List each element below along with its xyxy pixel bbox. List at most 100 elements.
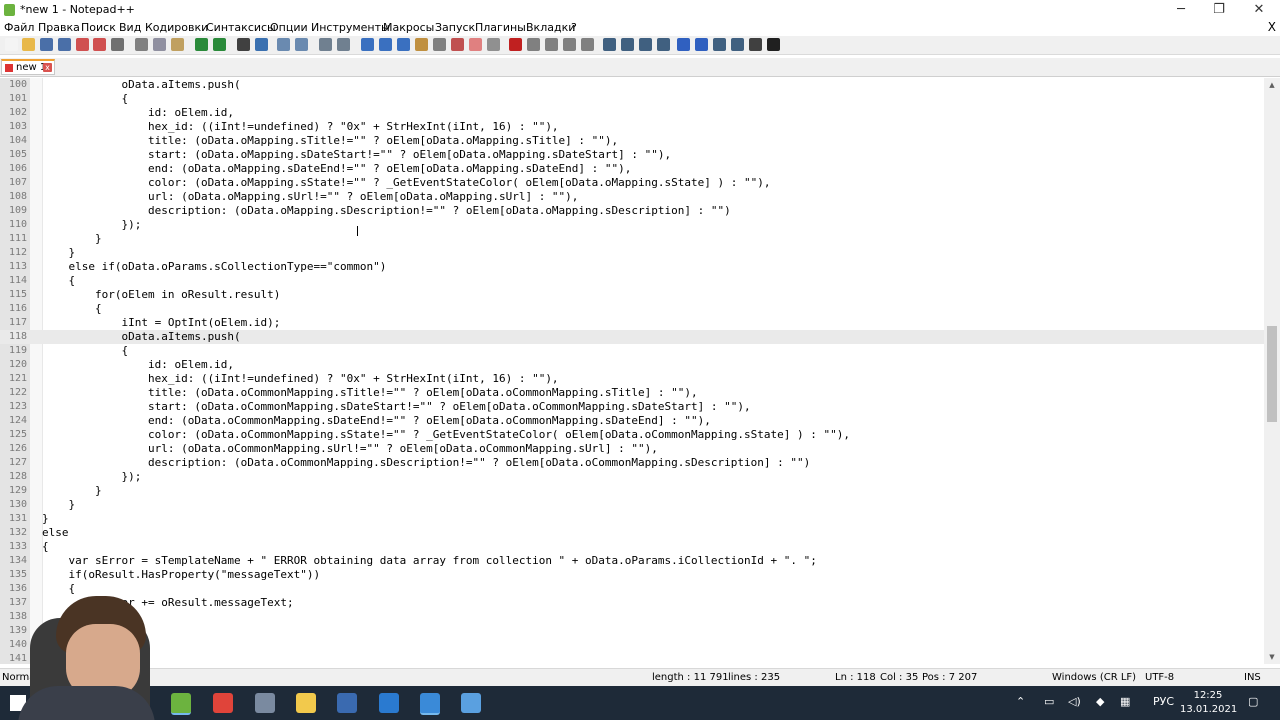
plugin-icon-1[interactable]: [603, 38, 616, 51]
maximize-button[interactable]: ❐: [1200, 0, 1238, 20]
menu-edit[interactable]: Правка: [38, 21, 80, 34]
zoom-out-icon[interactable]: [295, 38, 308, 51]
vertical-scrollbar[interactable]: ▲ ▼: [1264, 78, 1280, 664]
code-text[interactable]: {: [42, 540, 49, 554]
code-text[interactable]: hex_id: ((iInt!=undefined) ? "0x" + StrH…: [42, 120, 559, 134]
code-line[interactable]: 108 url: (oData.oMapping.sUrl!="" ? oEle…: [0, 190, 1264, 204]
sync-horizontal-icon[interactable]: [337, 38, 350, 51]
code-line[interactable]: 136 {: [0, 582, 1264, 596]
code-line[interactable]: 104 title: (oData.oMapping.sTitle!="" ? …: [0, 134, 1264, 148]
code-text[interactable]: }: [42, 246, 75, 260]
code-line[interactable]: 132 else: [0, 526, 1264, 540]
menu-search[interactable]: Поиск: [81, 21, 116, 34]
code-text[interactable]: var sError = sTemplateName + " ERROR obt…: [42, 554, 816, 568]
code-line[interactable]: 115 for(oElem in oResult.result): [0, 288, 1264, 302]
explorer-icon[interactable]: [296, 693, 316, 713]
code-text[interactable]: else if(oData.oParams.sCollectionType=="…: [42, 260, 386, 274]
code-line[interactable]: 112 }: [0, 246, 1264, 260]
folder-workspace-icon[interactable]: [469, 38, 482, 51]
doc-map-icon[interactable]: [433, 38, 446, 51]
close-file-icon[interactable]: [76, 38, 89, 51]
keyboard-icon[interactable]: ▦: [1120, 695, 1130, 708]
code-text[interactable]: {: [42, 302, 102, 316]
code-line[interactable]: 128 });: [0, 470, 1264, 484]
code-text[interactable]: });: [42, 470, 141, 484]
menu-window[interactable]: Вкладки: [526, 21, 575, 34]
find-icon[interactable]: [237, 38, 250, 51]
code-text[interactable]: {: [42, 92, 128, 106]
code-line[interactable]: 131}: [0, 512, 1264, 526]
sync-vertical-icon[interactable]: [319, 38, 332, 51]
code-text[interactable]: if(oResult.HasProperty("messageText")): [42, 568, 320, 582]
code-line[interactable]: 137 sError += oResult.messageText;: [0, 596, 1264, 610]
taskbar-clock[interactable]: 12:25 13.01.2021: [1180, 689, 1237, 717]
code-line[interactable]: 103 hex_id: ((iInt!=undefined) ? "0x" + …: [0, 120, 1264, 134]
code-line[interactable]: 109 description: (oData.oMapping.sDescri…: [0, 204, 1264, 218]
monitoring-icon[interactable]: [487, 38, 500, 51]
code-line[interactable]: 120 id: oElem.id,: [0, 358, 1264, 372]
code-line[interactable]: 106 end: (oData.oMapping.sDateEnd!="" ? …: [0, 162, 1264, 176]
menu-help[interactable]: ?: [571, 21, 577, 34]
language-indicator[interactable]: РУС: [1153, 695, 1174, 708]
tab-close-button[interactable]: x: [43, 63, 52, 72]
code-line[interactable]: 130 }: [0, 498, 1264, 512]
plugin-icon-4[interactable]: [657, 38, 670, 51]
menu-file[interactable]: Файл: [4, 21, 34, 34]
chrome-icon[interactable]: [213, 693, 233, 713]
code-text[interactable]: color: (oData.oCommonMapping.sState!="" …: [42, 428, 850, 442]
menu-tools[interactable]: Инструменты: [311, 21, 390, 34]
notepadpp-taskbar-icon[interactable]: [171, 693, 191, 715]
run-macro-multiple-icon[interactable]: [563, 38, 576, 51]
code-text[interactable]: color: (oData.oMapping.sState!="" ? _Get…: [42, 176, 771, 190]
code-text[interactable]: id: oElem.id,: [42, 358, 234, 372]
code-text[interactable]: for(oElem in oResult.result): [42, 288, 280, 302]
code-line[interactable]: 113 else if(oData.oParams.sCollectionTyp…: [0, 260, 1264, 274]
code-line[interactable]: 140: [0, 638, 1264, 652]
app-icon-1[interactable]: [255, 693, 275, 713]
menu-encoding[interactable]: Кодировки: [145, 21, 208, 34]
tray-chevron-icon[interactable]: ⌃: [1016, 695, 1025, 708]
copy-icon[interactable]: [153, 38, 166, 51]
menu-view[interactable]: Вид: [119, 21, 141, 34]
code-line[interactable]: 118 oData.aItems.push(: [0, 330, 1264, 344]
zoom-in-icon[interactable]: [277, 38, 290, 51]
code-text[interactable]: id: oElem.id,: [42, 106, 234, 120]
scroll-up-icon[interactable]: ▲: [1264, 78, 1280, 92]
play-macro-icon[interactable]: [545, 38, 558, 51]
code-text[interactable]: description: (oData.oMapping.sDescriptio…: [42, 204, 731, 218]
code-text[interactable]: oData.aItems.push(: [42, 78, 240, 92]
code-line[interactable]: 123 start: (oData.oCommonMapping.sDateSt…: [0, 400, 1264, 414]
code-line[interactable]: 100 oData.aItems.push(: [0, 78, 1264, 92]
minimize-button[interactable]: ─: [1162, 0, 1200, 20]
code-line[interactable]: 121 hex_id: ((iInt!=undefined) ? "0x" + …: [0, 372, 1264, 386]
code-text[interactable]: }: [42, 498, 75, 512]
show-all-chars-icon[interactable]: [379, 38, 392, 51]
replace-icon[interactable]: [255, 38, 268, 51]
notifications-icon[interactable]: ▢: [1248, 695, 1258, 708]
code-text[interactable]: {: [42, 344, 128, 358]
code-line[interactable]: 127 description: (oData.oCommonMapping.s…: [0, 456, 1264, 470]
scroll-down-icon[interactable]: ▼: [1264, 650, 1280, 664]
plugin-icon-6[interactable]: [731, 38, 744, 51]
code-line[interactable]: 139 sError;: [0, 624, 1264, 638]
network-icon[interactable]: ▭: [1044, 695, 1054, 708]
save-icon[interactable]: [40, 38, 53, 51]
code-text[interactable]: iInt = OptInt(oElem.id);: [42, 316, 280, 330]
code-line[interactable]: 125 color: (oData.oCommonMapping.sState!…: [0, 428, 1264, 442]
code-text[interactable]: start: (oData.oMapping.sDateStart!="" ? …: [42, 148, 671, 162]
code-line[interactable]: 119 {: [0, 344, 1264, 358]
code-line[interactable]: 107 color: (oData.oMapping.sState!="" ? …: [0, 176, 1264, 190]
menu-run[interactable]: Запуск: [435, 21, 475, 34]
arrow-up-icon[interactable]: [677, 38, 690, 51]
open-file-icon[interactable]: [22, 38, 35, 51]
stop-macro-icon[interactable]: [527, 38, 540, 51]
menu-language[interactable]: Синтаксисы: [206, 21, 276, 34]
code-line[interactable]: 111 }: [0, 232, 1264, 246]
code-text[interactable]: hex_id: ((iInt!=undefined) ? "0x" + StrH…: [42, 372, 559, 386]
code-line[interactable]: 135 if(oResult.HasProperty("messageText"…: [0, 568, 1264, 582]
volume-icon[interactable]: ◁): [1068, 695, 1081, 708]
arrow-down-icon[interactable]: [695, 38, 708, 51]
code-line[interactable]: 101 {: [0, 92, 1264, 106]
code-line[interactable]: 122 title: (oData.oCommonMapping.sTitle!…: [0, 386, 1264, 400]
code-line[interactable]: 102 id: oElem.id,: [0, 106, 1264, 120]
